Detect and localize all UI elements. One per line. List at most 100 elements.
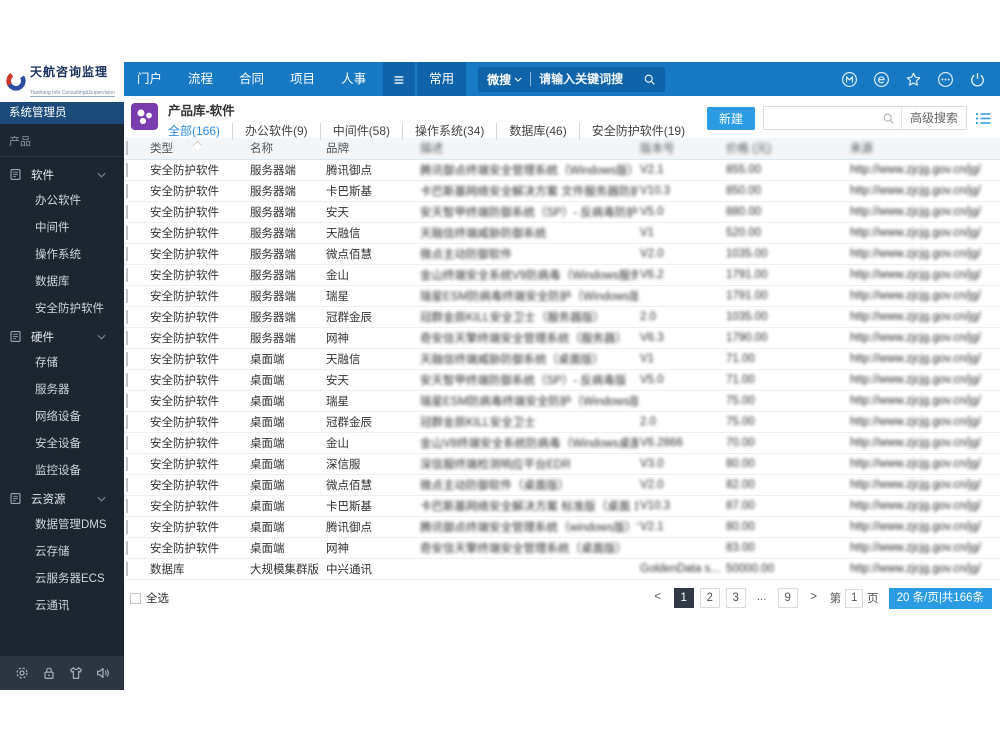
row-checkbox[interactable] [126,477,128,492]
row-checkbox[interactable] [126,498,128,513]
source-link[interactable]: http://www.zjcjg.gov.cn/jg/ [848,516,1000,538]
settings-icon[interactable] [14,665,30,681]
sidebar-group-云资源[interactable]: 云资源 [0,485,124,512]
row-checkbox[interactable] [126,519,128,534]
source-link[interactable]: http://www.zjcjg.gov.cn/jg/ [848,264,1000,286]
row-checkbox[interactable] [126,183,128,198]
source-link[interactable]: http://www.zjcjg.gov.cn/jg/ [848,243,1000,265]
sidebar-item-云存储[interactable]: 云存储 [0,539,124,566]
row-checkbox[interactable] [126,288,128,303]
menu-toggle-button[interactable] [383,62,416,96]
sidebar-item-网络设备[interactable]: 网络设备 [0,404,124,431]
sidebar-item-存储[interactable]: 存储 [0,350,124,377]
sidebar-item-数据管理DMS[interactable]: 数据管理DMS [0,512,124,539]
source-link[interactable]: http://www.zjcjg.gov.cn/jg/ [848,306,1000,328]
source-link[interactable]: http://www.zjcjg.gov.cn/jg/ [848,159,1000,181]
cell-version: V5.0 [638,201,724,223]
row-checkbox[interactable] [126,267,128,282]
source-link[interactable]: http://www.zjcjg.gov.cn/jg/ [848,558,1000,580]
source-link[interactable]: http://www.zjcjg.gov.cn/jg/ [848,390,1000,412]
page-button-1[interactable]: 1 [673,588,694,608]
nav-item-门户[interactable]: 门户 [124,62,175,96]
power-icon[interactable] [969,71,986,88]
sound-icon[interactable] [95,665,111,681]
prev-page-button[interactable]: < [648,588,668,608]
m-badge-icon[interactable] [841,71,858,88]
sidebar-item-安全防护软件[interactable]: 安全防护软件 [0,296,124,323]
page-size-badge[interactable]: 20 条/页|共166条 [888,587,992,609]
keyword-search-input[interactable] [539,72,644,86]
sidebar-item-数据库[interactable]: 数据库 [0,269,124,296]
source-link[interactable]: http://www.zjcjg.gov.cn/jg/ [848,201,1000,223]
row-checkbox[interactable] [126,414,128,429]
row-checkbox[interactable] [126,561,128,576]
cell-brand: 冠群金辰 [324,306,418,328]
source-link[interactable]: http://www.zjcjg.gov.cn/jg/ [848,327,1000,349]
source-link[interactable]: http://www.zjcjg.gov.cn/jg/ [848,285,1000,307]
sidebar-item-云服务器ECS[interactable]: 云服务器ECS [0,566,124,593]
sidebar-item-监控设备[interactable]: 监控设备 [0,458,124,485]
page-button-9[interactable]: 9 [777,588,798,608]
nav-item-人事[interactable]: 人事 [328,62,379,96]
page-button-3[interactable]: 3 [725,588,746,608]
source-link[interactable]: http://www.zjcjg.gov.cn/jg/ [848,369,1000,391]
source-link[interactable]: http://www.zjcjg.gov.cn/jg/ [848,180,1000,202]
row-checkbox[interactable] [126,351,128,366]
cell-brand: 中兴通讯 [324,558,418,580]
header-checkbox[interactable] [126,141,128,156]
cell-price: 80.00 [724,453,848,475]
row-checkbox[interactable] [126,393,128,408]
sidebar-item-服务器[interactable]: 服务器 [0,377,124,404]
search-icon[interactable] [643,73,656,86]
lock-icon[interactable] [41,665,57,681]
row-checkbox[interactable] [126,330,128,345]
nav-item-项目[interactable]: 项目 [277,62,328,96]
more-icon[interactable] [937,71,954,88]
source-link[interactable]: http://www.zjcjg.gov.cn/jg/ [848,453,1000,475]
tab-全部(166)[interactable]: 全部(166) [168,123,232,140]
search-scope-dropdown[interactable]: 微搜 [487,71,522,88]
select-all-checkbox[interactable] [130,592,141,604]
advanced-search-button[interactable]: 高级搜索 [900,107,966,129]
search-icon[interactable] [882,112,895,125]
page-jump-input[interactable]: 1 [845,588,864,608]
row-checkbox[interactable] [126,246,128,261]
sidebar-item-操作系统[interactable]: 操作系统 [0,242,124,269]
row-checkbox[interactable] [126,309,128,324]
sidebar-group-硬件[interactable]: 硬件 [0,323,124,350]
row-checkbox[interactable] [126,540,128,555]
page-button-2[interactable]: 2 [699,588,720,608]
source-link[interactable]: http://www.zjcjg.gov.cn/jg/ [848,222,1000,244]
tab-办公软件(9)[interactable]: 办公软件(9) [232,123,320,140]
sidebar-group-软件[interactable]: 软件 [0,161,124,188]
feedback-icon[interactable] [873,71,890,88]
sidebar-item-办公软件[interactable]: 办公软件 [0,188,124,215]
table-search-input[interactable] [763,107,882,129]
create-button[interactable]: 新建 [706,106,755,130]
source-link[interactable]: http://www.zjcjg.gov.cn/jg/ [848,537,1000,559]
sidebar-item-中间件[interactable]: 中间件 [0,215,124,242]
source-link[interactable]: http://www.zjcjg.gov.cn/jg/ [848,411,1000,433]
row-checkbox[interactable] [126,372,128,387]
sidebar-item-安全设备[interactable]: 安全设备 [0,431,124,458]
row-checkbox[interactable] [126,204,128,219]
star-icon[interactable] [905,71,922,88]
source-link[interactable]: http://www.zjcjg.gov.cn/jg/ [848,474,1000,496]
tab-中间件(58)[interactable]: 中间件(58) [319,123,402,140]
nav-item-流程[interactable]: 流程 [175,62,226,96]
source-link[interactable]: http://www.zjcjg.gov.cn/jg/ [848,348,1000,370]
row-checkbox[interactable] [126,225,128,240]
table-row: 安全防护软件服务器端卡巴斯基卡巴斯基网络安全解决方案 文件服务器防护（10 用户… [124,180,1000,202]
row-checkbox[interactable] [126,162,128,177]
list-view-icon[interactable] [975,111,992,126]
sidebar-item-云通讯[interactable]: 云通讯 [0,593,124,620]
row-checkbox[interactable] [126,456,128,471]
cell-description: 腾讯御点终端安全管理系统（windows版）V2.1 [418,516,638,538]
nav-item-合同[interactable]: 合同 [226,62,277,96]
pinned-tab[interactable]: 常用 [417,62,467,96]
theme-icon[interactable] [68,665,84,681]
row-checkbox[interactable] [126,435,128,450]
source-link[interactable]: http://www.zjcjg.gov.cn/jg/ [848,432,1000,454]
next-page-button[interactable]: > [804,588,824,608]
source-link[interactable]: http://www.zjcjg.gov.cn/jg/ [848,495,1000,517]
